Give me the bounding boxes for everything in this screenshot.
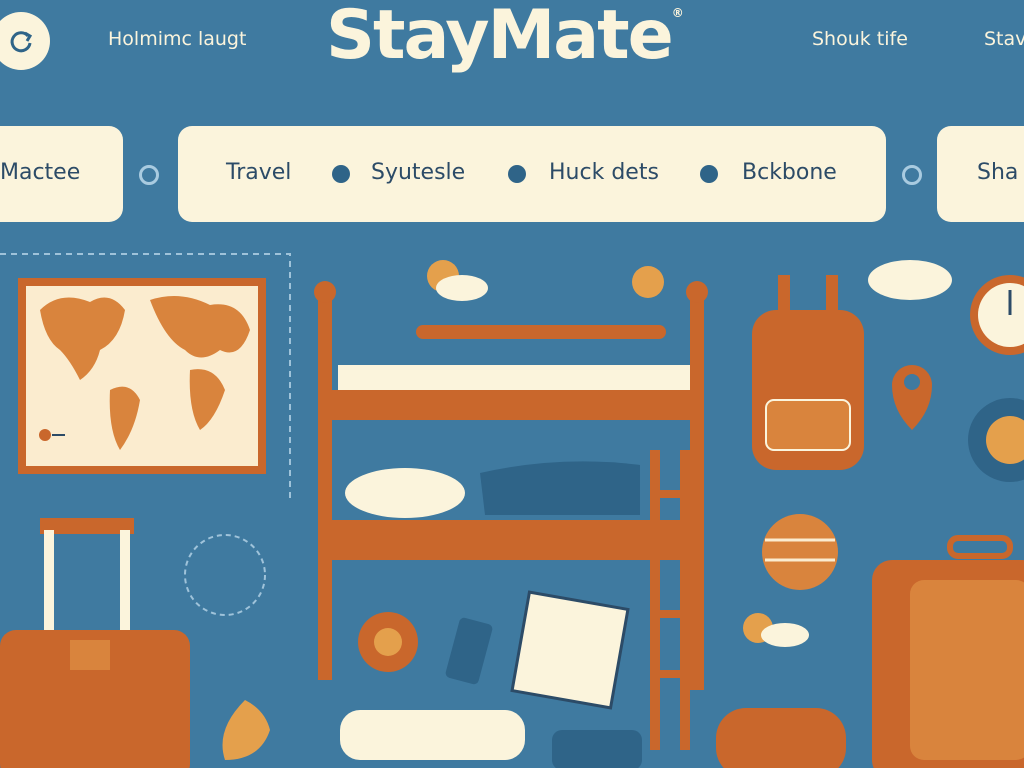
logo-badge[interactable] xyxy=(0,12,50,70)
nav-link-1[interactable]: Holmimc laugt xyxy=(108,28,246,50)
separator-dot xyxy=(332,165,350,183)
pouch-icon xyxy=(552,730,642,768)
header: Holmimc laugt StayMate® Shouk tife Stav xyxy=(0,0,1024,110)
world-map-icon xyxy=(18,278,266,474)
separator-dot xyxy=(508,165,526,183)
cloud-icon xyxy=(436,275,488,301)
leaf-icon xyxy=(222,700,270,760)
nav-item-huck-dets[interactable]: Huck dets xyxy=(549,160,659,185)
nav-item-syutesle[interactable]: Syutesle xyxy=(371,160,465,185)
nav-pill-right[interactable]: Sha xyxy=(937,126,1024,222)
separator-dot xyxy=(700,165,718,183)
nav-link-3[interactable]: Stav xyxy=(984,28,1024,50)
nav-pill-right-label: Sha xyxy=(977,160,1019,185)
sun-icon xyxy=(632,266,664,298)
phone-icon xyxy=(445,617,493,685)
ticket-icon xyxy=(510,590,630,710)
ball-icon xyxy=(762,514,838,590)
refresh-icon xyxy=(10,31,33,53)
nav-link-2[interactable]: Shouk tife xyxy=(812,28,908,50)
suitcase-icon xyxy=(872,535,1024,768)
backpack-icon xyxy=(752,275,864,470)
trademark-mark: ® xyxy=(671,6,684,20)
brand-name: StayMate xyxy=(326,0,674,75)
nav-main-pill: Travel Syutesle Huck dets Bckbone xyxy=(178,126,886,222)
nav-item-bckbone[interactable]: Bckbone xyxy=(742,160,837,185)
cloud-icon xyxy=(761,623,809,647)
nav-pill-left-label: Mactee xyxy=(0,160,81,185)
ring-dot-right xyxy=(902,165,922,185)
nav-item-travel[interactable]: Travel xyxy=(226,160,291,185)
compass-icon xyxy=(184,534,266,616)
nav-pill-left[interactable]: Mactee xyxy=(0,126,123,222)
hostel-illustration xyxy=(0,253,1024,768)
brand-logo[interactable]: StayMate® xyxy=(326,0,684,75)
bag-icon xyxy=(716,708,846,768)
ring-dot-left xyxy=(139,165,159,185)
cloud-icon xyxy=(868,260,952,300)
suitcase-icon xyxy=(0,518,190,768)
